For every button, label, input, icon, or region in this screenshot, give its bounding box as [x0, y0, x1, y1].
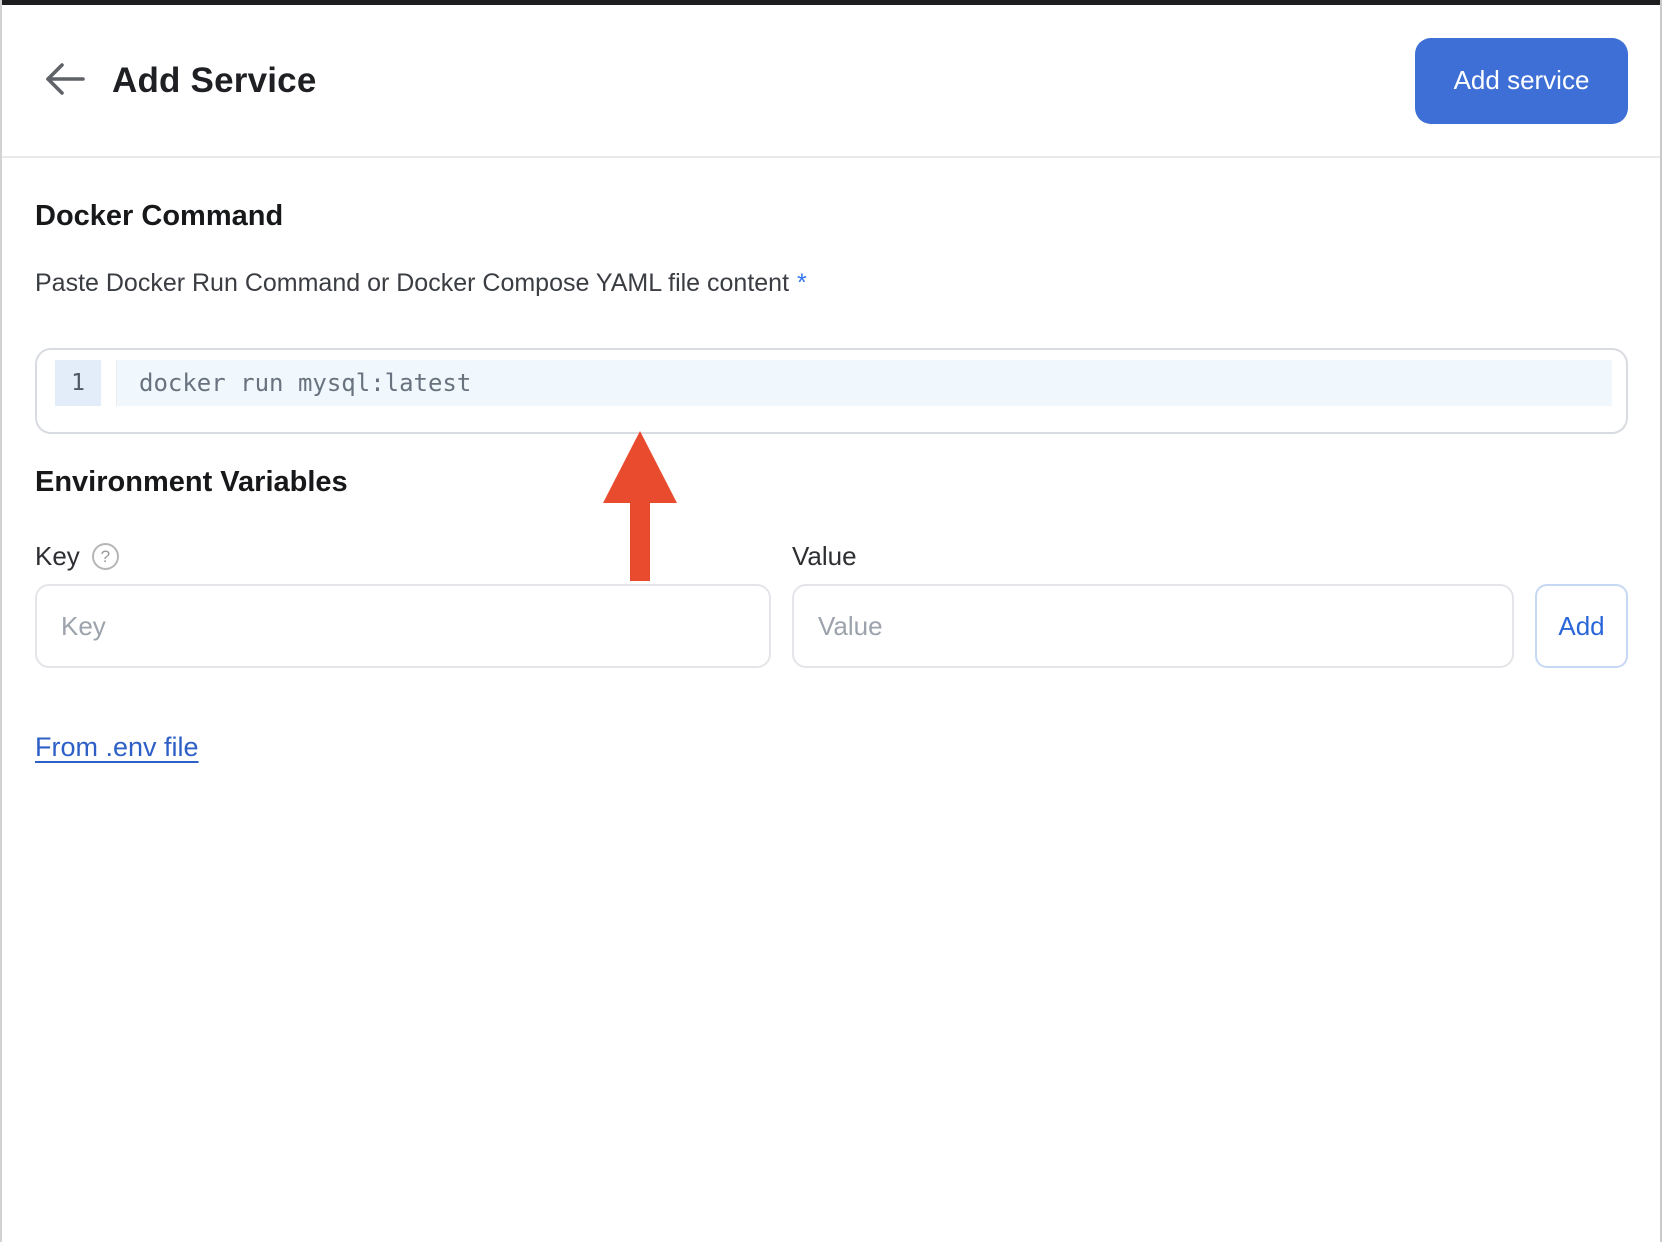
add-service-page: Add Service Add service Docker Command P… [0, 0, 1662, 1242]
page-title: Add Service [112, 61, 317, 101]
value-label-group: Value [792, 541, 1514, 572]
env-inputs-row: Add [35, 584, 1628, 668]
gutter-divider [101, 360, 117, 406]
key-label-group: Key ? [35, 541, 771, 572]
help-icon[interactable]: ? [92, 543, 119, 570]
line-number: 1 [55, 360, 101, 406]
docker-command-editor[interactable]: 1 docker run mysql:latest [35, 348, 1628, 434]
env-labels-row: Key ? Value [35, 541, 1628, 572]
code-input-line[interactable]: docker run mysql:latest [117, 360, 1612, 406]
from-env-file-link[interactable]: From .env file [35, 732, 199, 763]
value-input[interactable] [792, 584, 1514, 668]
page-header: Add Service Add service [2, 5, 1660, 158]
code-line: 1 docker run mysql:latest [55, 360, 1612, 406]
add-env-variable-button[interactable]: Add [1535, 584, 1628, 668]
docker-command-heading: Docker Command [35, 200, 1628, 233]
value-label: Value [792, 541, 857, 572]
back-arrow-icon [41, 59, 87, 102]
key-label: Key [35, 541, 80, 572]
add-service-button[interactable]: Add service [1415, 38, 1628, 124]
key-input[interactable] [35, 584, 771, 668]
environment-variables-heading: Environment Variables [35, 466, 1628, 499]
back-button[interactable] [38, 55, 90, 107]
docker-command-label-row: Paste Docker Run Command or Docker Compo… [35, 269, 1628, 298]
required-marker: * [797, 269, 807, 297]
main-content: Docker Command Paste Docker Run Command … [2, 158, 1660, 763]
docker-command-label: Paste Docker Run Command or Docker Compo… [35, 269, 789, 297]
